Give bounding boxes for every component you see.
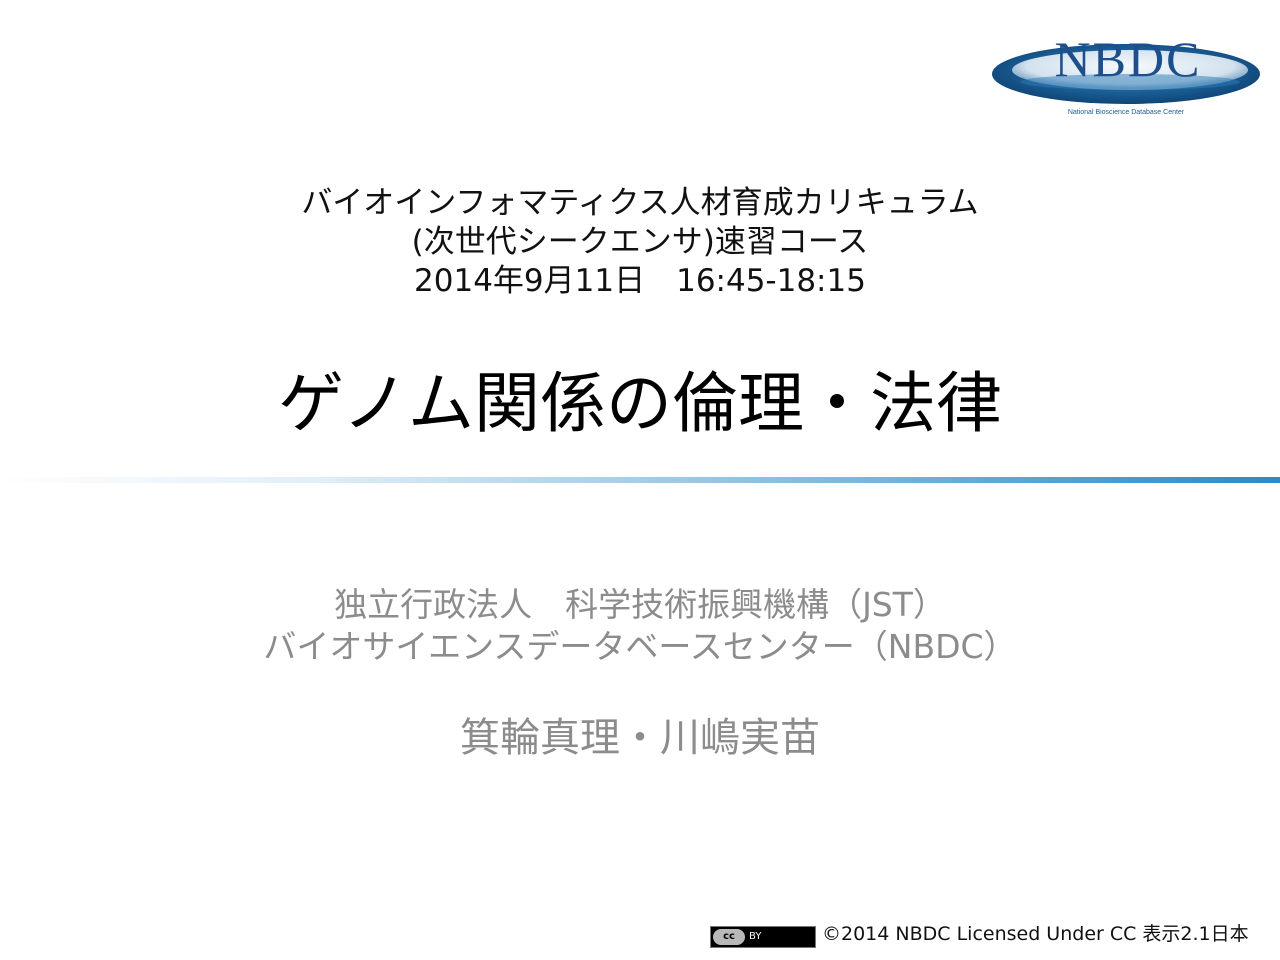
title-divider	[0, 477, 1280, 483]
cc-icon: cc	[713, 929, 745, 945]
cc-license-badge: cc BY	[710, 926, 816, 948]
course-info: バイオインフォマティクス人材育成カリキュラム (次世代シークエンサ)速習コース …	[0, 184, 1280, 301]
slide-title: ゲノム関係の倫理・法律	[277, 365, 1003, 442]
course-name: バイオインフォマティクス人材育成カリキュラム	[301, 185, 979, 221]
course-datetime: 2014年9月11日 16:45-18:15	[414, 263, 866, 299]
nbdc-logo-graphic: NBDC National Bioscience Database Center	[992, 31, 1260, 116]
license-text: ©2014 NBDC Licensed Under CC 表示2.1日本	[822, 923, 1249, 945]
course-subtitle: (次世代シークエンサ)速習コース	[411, 224, 869, 260]
cc-by-label: BY	[749, 931, 762, 942]
organization: 独立行政法人 科学技術振興機構（JST） バイオサイエンスデータベースセンター（…	[0, 584, 1280, 668]
nbdc-logo: NBDC National Bioscience Database Center	[990, 30, 1262, 122]
logo-text: NBDC	[1055, 31, 1202, 87]
authors: 箕輪真理・川嶋実苗	[460, 715, 820, 761]
logo-subtitle: National Bioscience Database Center	[1068, 109, 1185, 116]
organization-jst: 独立行政法人 科学技術振興機構（JST）	[334, 585, 946, 624]
organization-nbdc: バイオサイエンスデータベースセンター（NBDC）	[263, 627, 1017, 666]
